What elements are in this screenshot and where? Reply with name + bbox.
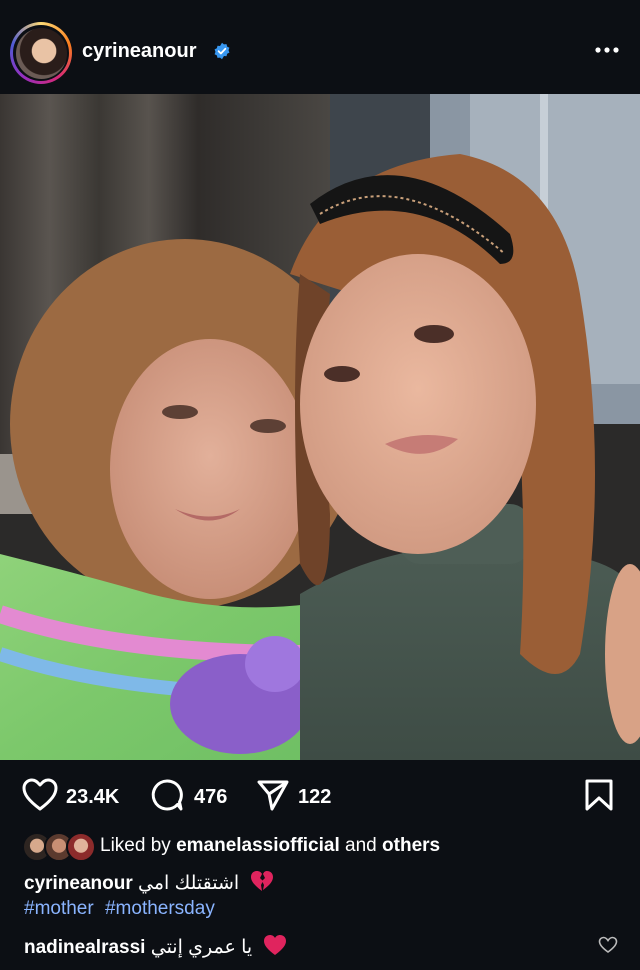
comment-like-heart-icon[interactable] (598, 936, 618, 954)
caption: cyrineanour اشتقتلك امي (24, 870, 274, 895)
post-photo[interactable] (0, 94, 640, 760)
liked-by-and: and (345, 835, 377, 856)
username-link[interactable]: cyrineanour (82, 40, 196, 63)
more-options-icon[interactable] (594, 44, 620, 56)
caption-text: اشتقتلك امي (138, 873, 240, 894)
shares-count[interactable]: 122 (298, 786, 331, 809)
hashtags: #mother #mothersday (24, 898, 221, 920)
comments-count[interactable]: 476 (194, 786, 227, 809)
comment-icon[interactable] (150, 778, 184, 812)
action-bar: 23.4K 476 122 (0, 778, 640, 816)
bookmark-icon[interactable] (584, 778, 614, 812)
verified-badge-icon (214, 42, 230, 60)
liked-by-prefix: Liked by (100, 835, 171, 856)
liked-by-row: Liked by emanelassiofficial and others (22, 832, 622, 862)
story-ring[interactable] (10, 22, 72, 84)
hashtag-link[interactable]: #mother (24, 898, 94, 919)
liked-by-others-link[interactable]: others (382, 835, 440, 856)
likes-count[interactable]: 23.4K (66, 786, 119, 809)
like-heart-icon[interactable] (22, 778, 58, 812)
liked-by-user-link[interactable]: emanelassiofficial (176, 835, 340, 856)
comment-text: يا عمري إنتي (150, 937, 253, 958)
hashtag-link[interactable]: #mothersday (105, 898, 215, 919)
red-heart-icon (264, 935, 287, 955)
liker-avatar[interactable] (66, 832, 96, 862)
share-icon[interactable] (256, 778, 290, 812)
comment-username[interactable]: nadinealrassi (24, 937, 145, 958)
caption-username[interactable]: cyrineanour (24, 873, 133, 894)
broken-heart-icon (251, 871, 274, 891)
photo-illustration (0, 94, 640, 760)
post-header: cyrineanour (0, 0, 640, 94)
liked-by-text: Liked by emanelassiofficial and others (100, 835, 440, 857)
comment-row: nadinealrassi يا عمري إنتي (24, 934, 287, 959)
avatar[interactable] (15, 27, 67, 79)
